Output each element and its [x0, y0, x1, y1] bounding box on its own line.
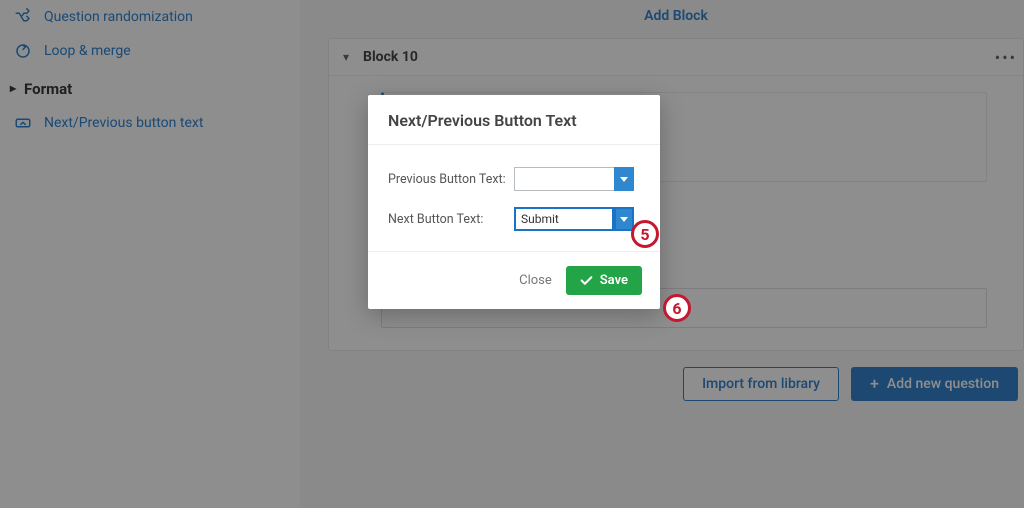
check-icon	[580, 274, 593, 287]
next-button-text-row: Next Button Text:	[388, 207, 640, 231]
previous-button-text-label: Previous Button Text:	[388, 172, 506, 187]
next-previous-modal: Next/Previous Button Text Previous Butto…	[368, 95, 660, 309]
step-label: 5	[640, 225, 649, 244]
previous-button-text-combo	[514, 167, 634, 191]
step-callout-6: 6	[663, 294, 691, 322]
step-label: 6	[672, 299, 681, 318]
previous-button-text-row: Previous Button Text:	[388, 167, 640, 191]
next-button-text-label: Next Button Text:	[388, 212, 506, 227]
caret-down-icon	[619, 214, 629, 224]
step-callout-5: 5	[631, 220, 659, 248]
save-button[interactable]: Save	[566, 266, 642, 295]
previous-button-text-input[interactable]	[514, 167, 614, 191]
close-button[interactable]: Close	[519, 273, 552, 288]
button-label: Save	[600, 273, 628, 288]
previous-button-text-dropdown[interactable]	[614, 167, 634, 191]
modal-title: Next/Previous Button Text	[368, 95, 660, 145]
next-button-text-input[interactable]	[514, 207, 614, 231]
next-button-text-combo	[514, 207, 634, 231]
caret-down-icon	[619, 174, 629, 184]
modal-footer: Close Save	[368, 251, 660, 309]
modal-body: Previous Button Text: Next Button Text:	[368, 145, 660, 251]
next-button-text-dropdown[interactable]	[614, 207, 634, 231]
